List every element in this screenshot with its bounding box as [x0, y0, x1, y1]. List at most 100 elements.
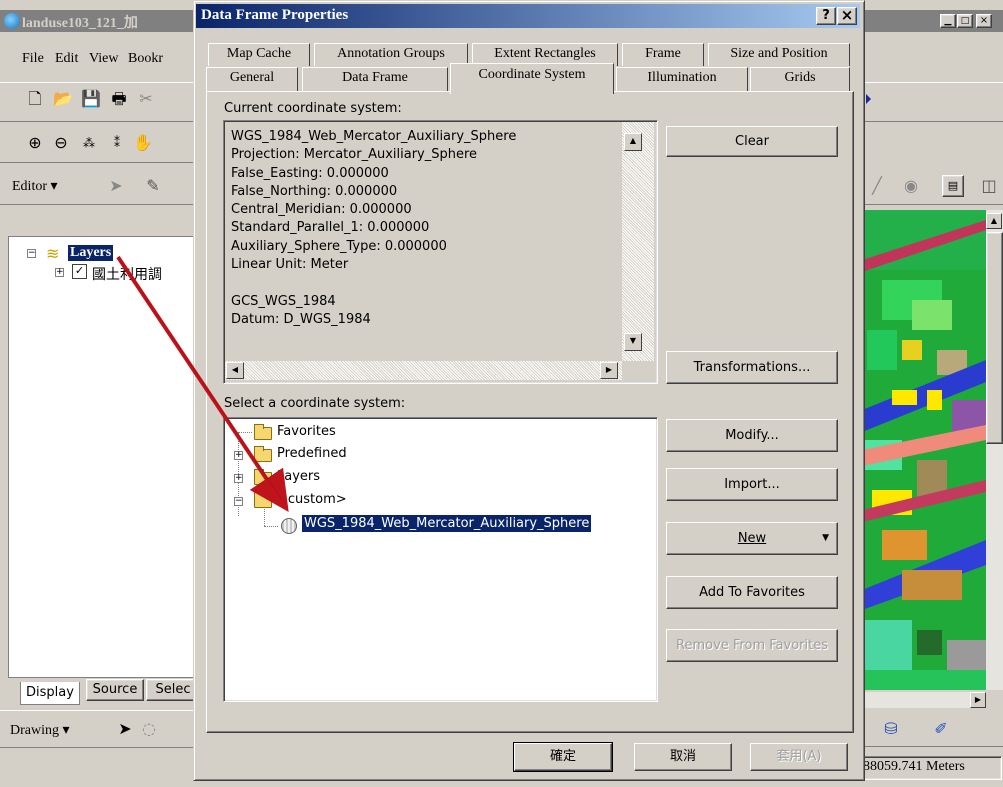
menu-bookmarks[interactable]: Bookr: [128, 51, 163, 67]
current-cs-line: False_Easting: 0.000000: [231, 165, 389, 181]
folder-icon-favorites: [254, 424, 272, 440]
menu-view[interactable]: View: [89, 51, 118, 67]
current-cs-line: Projection: Mercator_Auxiliary_Sphere: [231, 147, 478, 163]
tab-grids[interactable]: Grids: [750, 67, 850, 91]
predefined-expander[interactable]: +: [234, 451, 243, 460]
current-cs-line: [231, 274, 516, 292]
tree-item-predefined[interactable]: Predefined: [277, 446, 347, 461]
maximize-button[interactable]: □: [957, 14, 973, 28]
dialog-close-button[interactable]: ×: [837, 7, 857, 25]
current-cs-scroll-right[interactable]: ▶: [600, 362, 618, 379]
tree-item-custom[interactable]: <custom>: [277, 492, 347, 507]
sketch-pencil-icon[interactable]: ✎: [142, 175, 164, 197]
layers-stack-icon: ≋: [46, 244, 60, 263]
layer-visibility-checkbox[interactable]: ✓: [72, 264, 87, 279]
editor-menu[interactable]: Editor ▾: [12, 178, 58, 195]
sketch-properties-icon[interactable]: ◫: [978, 175, 1000, 197]
open-folder-icon[interactable]: 📂: [52, 88, 74, 110]
new-document-icon[interactable]: 🗋: [24, 88, 46, 110]
add-to-favorites-button[interactable]: Add To Favorites: [666, 576, 838, 609]
cs-tree[interactable]: Favorites + Predefined + Layers − <custo…: [223, 417, 658, 702]
toc-root-expander[interactable]: −: [27, 249, 36, 258]
new-button-label: New: [737, 531, 767, 546]
new-button[interactable]: New ▼: [666, 522, 838, 555]
current-cs-hscroll[interactable]: [225, 361, 622, 380]
globe-icon: [4, 13, 20, 29]
toc-layer-expander[interactable]: +: [55, 268, 64, 277]
current-cs-line: Datum: D_WGS_1984: [231, 311, 371, 327]
current-cs-vscroll[interactable]: [622, 122, 654, 361]
zoom-out-icon[interactable]: ⊖: [50, 132, 72, 154]
chevron-down-icon: ▼: [822, 533, 829, 543]
current-cs-line: Standard_Parallel_1: 0.000000: [231, 220, 430, 236]
toc-tab-source[interactable]: Source: [86, 679, 144, 701]
drawing-menu[interactable]: Drawing ▾: [10, 722, 70, 739]
current-cs-textbox[interactable]: WGS_1984_Web_Mercator_Auxiliary_Sphere Pr…: [223, 120, 658, 384]
fixed-zoom-in-icon[interactable]: ⁂: [78, 132, 100, 154]
data-frame-properties-dialog: Data Frame Properties ? × Map Cache Anno…: [193, 0, 865, 781]
toc-tab-display[interactable]: Display: [20, 682, 80, 705]
zoom-in-icon[interactable]: ⊕: [24, 132, 46, 154]
toc-tab-selection[interactable]: Selec: [146, 679, 200, 701]
current-cs-line: GCS_WGS_1984: [231, 293, 336, 309]
map-horizontal-scrollbar[interactable]: [862, 692, 986, 708]
menu-edit[interactable]: Edit: [55, 51, 78, 67]
help-button[interactable]: ?: [816, 7, 836, 25]
line-color-icon[interactable]: ✐: [930, 718, 952, 740]
edit-pointer-icon[interactable]: ➤: [105, 175, 127, 197]
print-icon[interactable]: 🖶: [108, 88, 130, 110]
fixed-zoom-out-icon[interactable]: ⁑: [106, 132, 128, 154]
close-window-button[interactable]: ×: [976, 14, 992, 28]
minimize-button[interactable]: ▁: [940, 14, 956, 28]
current-cs-scroll-down[interactable]: ▼: [624, 333, 642, 351]
tab-data-frame[interactable]: Data Frame: [302, 67, 448, 91]
toc-layer-label[interactable]: 國土利用調: [92, 264, 162, 284]
attributes-icon[interactable]: ▤: [942, 175, 964, 197]
cut-icon[interactable]: ✂: [135, 88, 157, 110]
cancel-button[interactable]: 取消: [634, 743, 732, 771]
current-cs-scroll-left[interactable]: ◀: [226, 362, 244, 379]
current-cs-line: WGS_1984_Web_Mercator_Auxiliary_Sphere: [231, 129, 517, 144]
map-image: [862, 210, 986, 690]
map-scroll-thumb[interactable]: [986, 232, 1003, 444]
remove-from-favorites-button[interactable]: Remove From Favorites: [666, 629, 838, 662]
tab-frame[interactable]: Frame: [622, 43, 704, 66]
tab-map-cache[interactable]: Map Cache: [208, 43, 310, 66]
clear-button[interactable]: Clear: [666, 126, 838, 157]
status-coordinates: 88059.741 Meters: [863, 759, 965, 774]
apply-button[interactable]: 套用(A): [750, 743, 848, 771]
modify-button[interactable]: Modify...: [666, 419, 838, 452]
fill-color-icon[interactable]: ⛁: [880, 718, 902, 740]
save-icon[interactable]: 💾: [80, 88, 102, 110]
tab-illumination[interactable]: Illumination: [616, 67, 748, 91]
toc-root-label[interactable]: Layers: [68, 245, 114, 261]
custom-expander[interactable]: −: [234, 497, 243, 506]
tree-line-custom-child-h: [264, 526, 278, 527]
transformations-button[interactable]: Transformations...: [666, 351, 838, 384]
dialog-title: Data Frame Properties: [201, 7, 349, 23]
map-scroll-right-button[interactable]: ▶: [970, 692, 986, 708]
map-scroll-up-button[interactable]: ▲: [986, 213, 1002, 229]
rotate-icon[interactable]: ◌: [138, 718, 160, 740]
tab-general[interactable]: General: [206, 67, 298, 91]
tab-size-and-position[interactable]: Size and Position: [708, 43, 850, 66]
folder-icon-layers: [254, 469, 272, 485]
sketch-tool-icon[interactable]: ╱: [866, 175, 888, 197]
tree-item-favorites[interactable]: Favorites: [277, 424, 336, 439]
layers-expander[interactable]: +: [234, 474, 243, 483]
globe-cs-icon: [281, 518, 297, 534]
current-cs-line: False_Northing: 0.000000: [231, 183, 398, 199]
map-display[interactable]: [862, 210, 986, 690]
current-cs-scroll-up[interactable]: ▲: [624, 133, 642, 151]
select-elements-icon[interactable]: ➤: [114, 718, 136, 740]
arc-tool-icon[interactable]: ◉: [900, 175, 922, 197]
tree-item-selected-cs[interactable]: WGS_1984_Web_Mercator_Auxiliary_Sphere: [302, 515, 592, 532]
ok-button[interactable]: 確定: [513, 742, 613, 772]
tab-coordinate-system[interactable]: Coordinate System: [450, 63, 614, 94]
pan-hand-icon[interactable]: ✋: [132, 132, 154, 154]
import-button[interactable]: Import...: [666, 468, 838, 501]
menu-file[interactable]: File: [22, 51, 44, 67]
tree-line-fav: [238, 432, 252, 433]
tree-item-layers[interactable]: Layers: [277, 469, 320, 484]
tab-annotation-groups[interactable]: Annotation Groups: [314, 43, 468, 66]
